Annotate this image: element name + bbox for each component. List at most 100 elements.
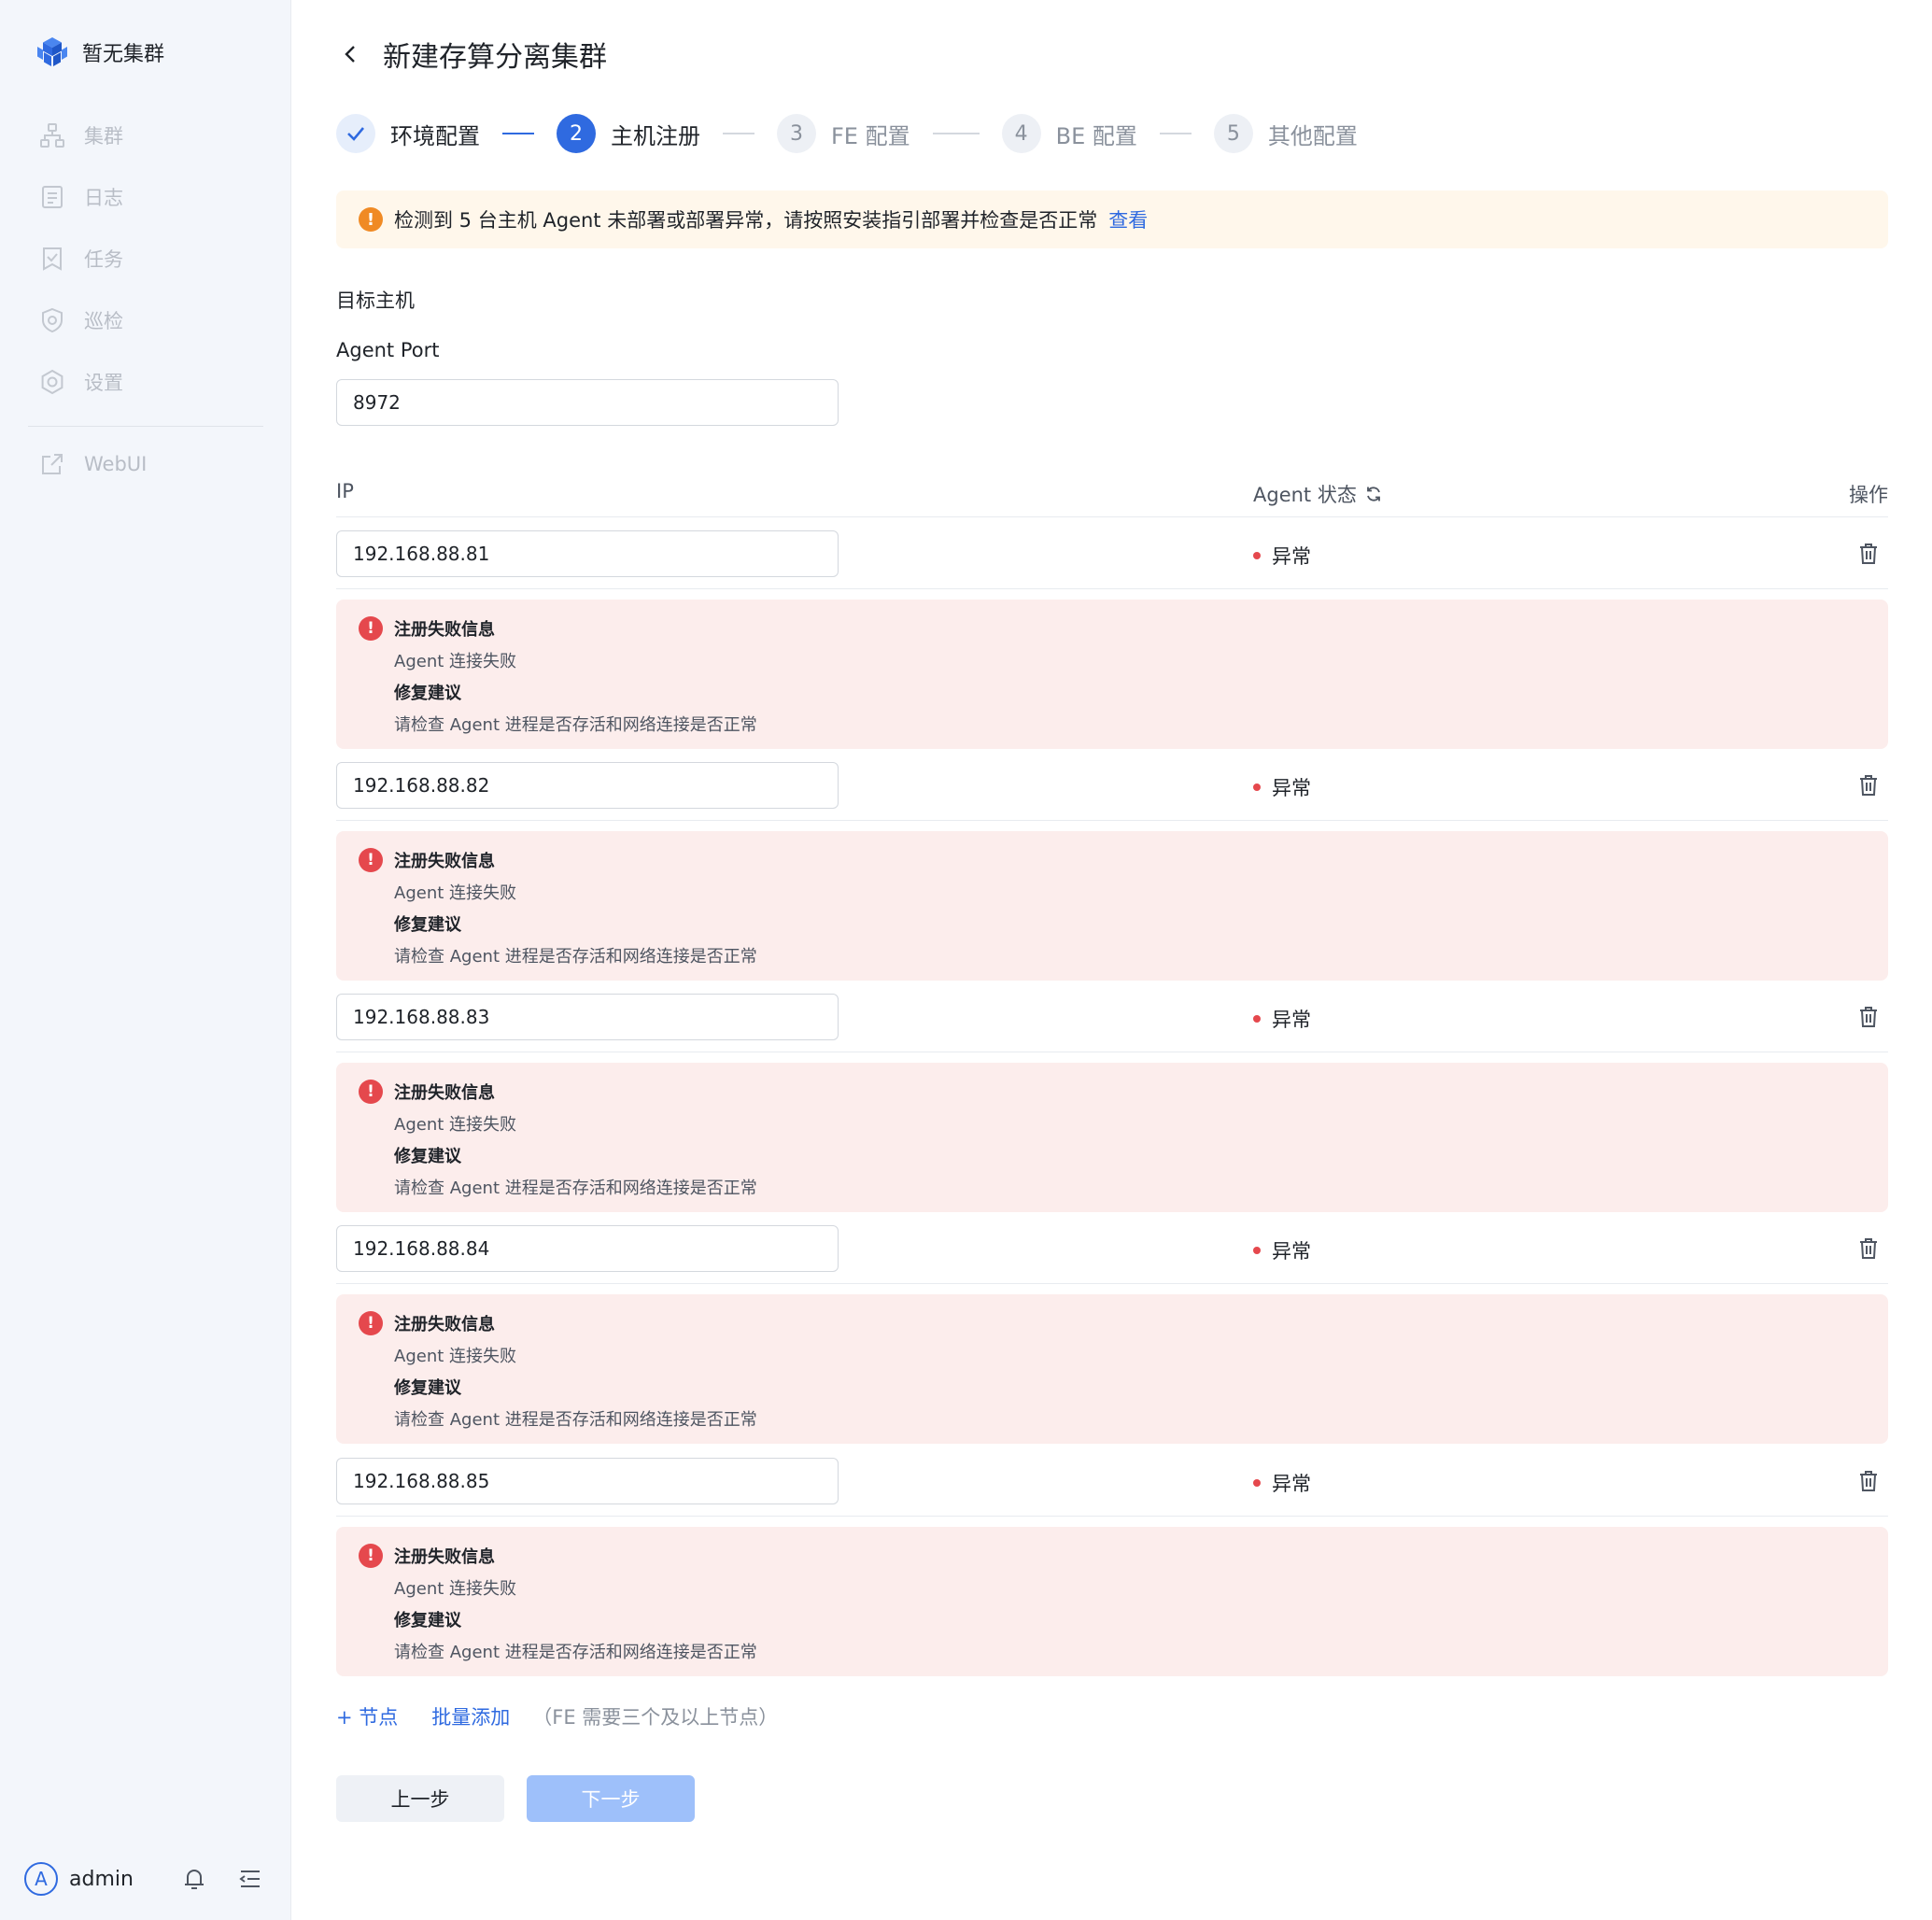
status-dot [1253,552,1261,559]
next-step-button[interactable]: 下一步 [527,1775,695,1822]
status-dot [1253,784,1261,791]
trash-icon[interactable] [1856,1236,1881,1261]
step-label: 环境配置 [390,122,480,149]
step-number: 4 [1001,114,1041,153]
cluster-icon [40,123,64,148]
page-title: 新建存算分离集群 [383,41,607,74]
sidebar-item-settings[interactable]: 设置 [0,351,291,413]
trash-icon[interactable] [1856,542,1881,566]
agent-port-input[interactable]: 8972 [336,379,839,426]
log-icon [42,186,63,208]
fix-title: 修复建议 [394,1611,461,1631]
error-title: 注册失败信息 [394,1315,495,1334]
agent-status: 异常 [1253,1236,1311,1264]
fix-message: 请检查 Agent 进程是否存活和网络连接是否正常 [394,1179,757,1198]
trash-icon[interactable] [1856,773,1881,798]
row-divider [336,820,1888,821]
step-number: 3 [777,114,816,153]
step-connector [723,133,754,134]
fix-title: 修复建议 [394,1378,461,1398]
error-message: Agent 连接失败 [394,652,517,671]
add-node-button[interactable]: + 节点 [336,1702,398,1730]
ip-input[interactable]: 192.168.88.83 [336,994,839,1040]
error-title: 注册失败信息 [394,620,495,640]
table-header: IP Agent 状态 操作 [336,476,1888,517]
warning-alert: ! 检测到 5 台主机 Agent 未部署或部署异常，请按照安装指引部署并检查是… [336,191,1888,248]
error-panel: ! 注册失败信息 Agent 连接失败 修复建议 请检查 Agent 进程是否存… [336,600,1888,749]
external-link-icon [42,454,63,474]
trash-icon[interactable] [1856,1005,1881,1029]
sidebar-item-label: 巡检 [84,310,123,332]
step-label: FE 配置 [831,122,910,149]
agent-status: 异常 [1253,1005,1311,1033]
sidebar: 暂无集群 集群 日志 任务 巡检 设置 WebUI A admin [0,0,291,1920]
step-label: 其他配置 [1267,122,1358,149]
error-panel: ! 注册失败信息 Agent 连接失败 修复建议 请检查 Agent 进程是否存… [336,831,1888,981]
error-icon: ! [359,1311,383,1335]
settings-icon [41,369,63,395]
fix-message: 请检查 Agent 进程是否存活和网络连接是否正常 [394,1643,757,1662]
status-text: 异常 [1272,777,1311,799]
fix-message: 请检查 Agent 进程是否存活和网络连接是否正常 [394,947,757,967]
step-be[interactable]: 4 BE 配置 [1001,114,1137,153]
agent-status: 异常 [1253,773,1311,801]
step-label: BE 配置 [1055,122,1137,149]
view-link[interactable]: 查看 [1108,205,1148,233]
ip-input[interactable]: 192.168.88.81 [336,530,839,577]
back-arrow-icon[interactable] [338,41,364,67]
check-icon [347,127,364,141]
status-text: 异常 [1272,1009,1311,1031]
brand-text: 暂无集群 [82,43,165,66]
row-divider [336,588,1888,589]
column-header-status: Agent 状态 [1253,480,1383,508]
agent-status: 异常 [1253,1469,1311,1497]
fix-message: 请检查 Agent 进程是否存活和网络连接是否正常 [394,1410,757,1430]
error-title: 注册失败信息 [394,1547,495,1567]
prev-step-button[interactable]: 上一步 [336,1775,504,1822]
error-message: Agent 连接失败 [394,1347,517,1366]
step-connector [1159,133,1192,134]
error-title: 注册失败信息 [394,852,495,871]
fix-title: 修复建议 [394,915,461,935]
step-connector [932,133,980,134]
batch-add-button[interactable]: 批量添加 [431,1702,510,1730]
ip-input[interactable]: 192.168.88.84 [336,1225,839,1272]
error-panel: ! 注册失败信息 Agent 连接失败 修复建议 请检查 Agent 进程是否存… [336,1294,1888,1444]
sidebar-item-task[interactable]: 任务 [0,228,291,289]
step-label: 主机注册 [611,122,700,149]
column-header-operation: 操作 [1849,484,1888,506]
stepper: 环境配置 2 主机注册 3 FE 配置 4 BE 配置 5 其他配置 [336,112,1358,155]
step-number: 2 [557,114,596,153]
username[interactable]: admin [69,1868,134,1891]
page-header: 新建存算分离集群 [338,34,607,75]
sidebar-item-webui[interactable]: WebUI [0,433,147,495]
step-fe[interactable]: 3 FE 配置 [777,114,910,153]
sidebar-divider [28,426,263,427]
collapse-sidebar-icon[interactable] [237,1866,263,1892]
avatar[interactable]: A [24,1862,58,1896]
fix-title: 修复建议 [394,684,461,703]
ip-input[interactable]: 192.168.88.82 [336,762,839,809]
error-message: Agent 连接失败 [394,1579,517,1599]
inspect-icon [42,307,63,333]
trash-icon[interactable] [1856,1469,1881,1493]
step-env[interactable]: 环境配置 [336,114,480,153]
error-icon: ! [359,848,383,872]
cluster-switcher[interactable]: 暂无集群 [35,34,164,71]
sidebar-item-cluster[interactable]: 集群 [0,105,291,166]
step-host[interactable]: 2 主机注册 [557,114,700,153]
error-panel: ! 注册失败信息 Agent 连接失败 修复建议 请检查 Agent 进程是否存… [336,1063,1888,1212]
user-bar: A admin [24,1858,276,1899]
sidebar-item-label: WebUI [84,453,148,475]
error-panel: ! 注册失败信息 Agent 连接失败 修复建议 请检查 Agent 进程是否存… [336,1527,1888,1676]
status-dot [1253,1247,1261,1254]
refresh-icon[interactable] [1364,485,1383,503]
node-hint: （FE 需要三个及以上节点） [532,1706,779,1729]
sidebar-item-log[interactable]: 日志 [0,166,291,228]
bell-icon[interactable] [181,1866,207,1892]
step-connector [502,133,534,134]
ip-input[interactable]: 192.168.88.85 [336,1458,839,1504]
column-header-ip: IP [336,480,354,502]
sidebar-item-inspect[interactable]: 巡检 [0,289,291,351]
step-other[interactable]: 5 其他配置 [1213,114,1358,153]
